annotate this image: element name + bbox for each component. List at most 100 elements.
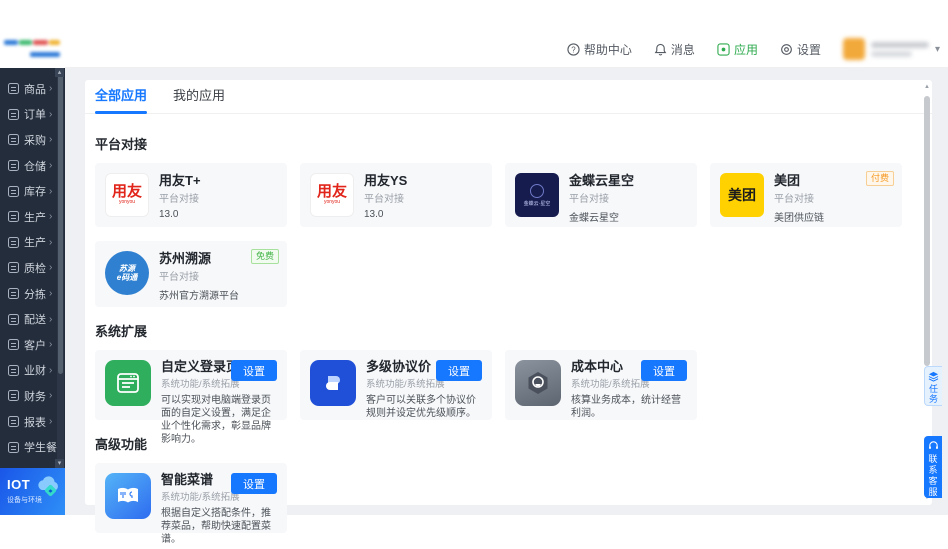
reports-icon [8,416,19,427]
gear-icon [780,43,793,56]
brand-logo [0,30,65,68]
sidebar-item-delivery[interactable]: 配送› [0,306,58,332]
yonyou-logo: 用友yonyou [310,173,354,217]
sidebar-item-reports[interactable]: 报表› [0,409,58,435]
sorting-icon [8,288,19,299]
platform-card-row: 用友yonyou 用友T+平台对接13.0 用友yonyou 用友YS平台对接1… [95,163,908,227]
section-title-system: 系统扩展 [95,321,908,340]
sidebar-scroll-down-icon[interactable]: ▾ [55,459,64,468]
sidebar-item-production[interactable]: 生产› [0,204,58,230]
help-icon: ? [567,43,580,56]
sidebar-item-customers[interactable]: 客户› [0,332,58,358]
business-finance-icon [8,365,19,376]
delivery-icon [8,314,19,325]
settings-button[interactable]: 设置 [780,41,821,58]
app-card-smart-recipe[interactable]: 智能菜谱 系统功能/系统拓展 根据自定义搭配条件，推荐菜品，帮助快速配置菜谱。 … [95,463,287,533]
settings-action-button[interactable]: 设置 [231,360,277,381]
sidebar-item-orders[interactable]: 订单› [0,102,58,128]
chevron-right-icon: › [49,83,52,94]
chevron-right-icon: › [49,390,52,401]
sidebar-item-inventory[interactable]: 库存› [0,178,58,204]
user-menu[interactable]: ▾ [843,38,940,60]
settings-action-button[interactable]: 设置 [231,473,277,494]
scrollbar-thumb[interactable] [924,96,930,366]
chevron-right-icon: › [49,365,52,376]
yonyou-logo: 用友yonyou [105,173,149,217]
apps-panel: 全部应用 我的应用 平台对接 用友yonyou 用友T+平台对接13.0 用友y… [85,80,932,505]
help-center-button[interactable]: ? 帮助中心 [567,41,632,58]
custom-login-icon [105,360,151,406]
sidebar: ▴ ▾ 商品› 订单› 采购› 仓储› 库存› 生产› 生产› 质检› 分拣› … [0,68,65,468]
app-card-multi-price[interactable]: 多级协议价 系统功能/系统拓展 客户可以关联多个协议价规则并设定优先级顺序。 设… [300,350,492,420]
main-content: 全部应用 我的应用 平台对接 用友yonyou 用友T+平台对接13.0 用友y… [65,68,948,515]
sidebar-item-purchasing[interactable]: 采购› [0,127,58,153]
chevron-right-icon: › [49,416,52,427]
app-card-yonyou-ys[interactable]: 用友yonyou 用友YS平台对接13.0 [300,163,492,227]
apps-grid-icon [717,43,730,56]
cost-center-icon [515,360,561,406]
apps-button[interactable]: 应用 [717,41,758,58]
section-title-platform: 平台对接 [95,134,908,153]
chevron-right-icon: › [49,211,52,222]
purchasing-icon [8,134,19,145]
app-frame: ▴ ▾ 商品› 订单› 采购› 仓储› 库存› 生产› 生产› 质检› 分拣› … [0,30,948,515]
chevron-down-icon: ▾ [935,44,940,55]
free-badge: 免费 [251,249,279,264]
bell-icon [654,43,667,56]
suyuan-logo: 苏源e码通 [105,251,149,295]
sidebar-item-student-meal[interactable]: 学生餐 [0,434,58,460]
layers-icon [928,371,939,382]
messages-button[interactable]: 消息 [654,41,695,58]
production-icon [8,237,19,248]
quality-icon [8,262,19,273]
advanced-card-row: 智能菜谱 系统功能/系统拓展 根据自定义搭配条件，推荐菜品，帮助快速配置菜谱。 … [95,463,908,533]
apps-tabs: 全部应用 我的应用 [85,80,932,114]
headset-icon [928,440,939,451]
scroll-up-icon[interactable]: ▲ [923,84,931,90]
app-card-cost-center[interactable]: 成本中心 系统功能/系统拓展 核算业务成本，统计经营利润。 设置 [505,350,697,420]
sidebar-item-quality[interactable]: 质检› [0,255,58,281]
app-card-yonyou-tplus[interactable]: 用友yonyou 用友T+平台对接13.0 [95,163,287,227]
app-card-custom-login[interactable]: 自定义登录页 系统功能/系统拓展 可以实现对电脑端登录页面的自定义设置，满足企业… [95,350,287,420]
apps-list: 平台对接 用友yonyou 用友T+平台对接13.0 用友yonyou 用友YS… [85,114,932,505]
tab-my-apps[interactable]: 我的应用 [173,80,225,114]
platform-card-row-2: 苏源e码通 苏州溯源平台对接苏州官方溯源平台 免费 [95,241,908,307]
student-meal-icon [8,442,19,453]
orders-icon [8,109,19,120]
kingdee-logo: 金蝶云·星空 [515,173,559,217]
warehouse-icon [8,160,19,171]
chevron-right-icon: › [49,262,52,273]
tab-all-apps[interactable]: 全部应用 [95,80,147,114]
svg-text:?: ? [571,45,576,54]
sidebar-item-warehouse[interactable]: 仓储› [0,153,58,179]
sidebar-item-sorting[interactable]: 分拣› [0,281,58,307]
finance-icon [8,390,19,401]
sidebar-iot-banner[interactable]: IOT 设备与环境 [0,468,65,515]
tasks-float-tab[interactable]: 任务 [924,366,942,406]
chevron-right-icon: › [49,186,52,197]
sidebar-item-production-2[interactable]: 生产› [0,230,58,256]
inventory-icon [8,186,19,197]
multi-price-icon [310,360,356,406]
app-card-suzhou-suyuan[interactable]: 苏源e码通 苏州溯源平台对接苏州官方溯源平台 免费 [95,241,287,307]
settings-action-button[interactable]: 设置 [436,360,482,381]
smart-recipe-icon [105,473,151,519]
sidebar-item-products[interactable]: 商品› [0,76,58,102]
app-card-kingdee[interactable]: 金蝶云·星空 金蝶云星空平台对接金蝶云星空 [505,163,697,227]
sidebar-item-finance[interactable]: 财务› [0,383,58,409]
chevron-right-icon: › [49,288,52,299]
app-card-meituan[interactable]: 美团 美团平台对接美团供应链 付费 [710,163,902,227]
customers-icon [8,339,19,350]
production-icon [8,211,19,222]
chevron-right-icon: › [49,237,52,248]
settings-action-button[interactable]: 设置 [641,360,687,381]
contact-support-float-tab[interactable]: 联系客服 [924,436,942,498]
chevron-right-icon: › [49,134,52,145]
sidebar-item-business-finance[interactable]: 业财› [0,358,58,384]
sidebar-menu: 商品› 订单› 采购› 仓储› 库存› 生产› 生产› 质检› 分拣› 配送› … [0,76,58,460]
chevron-right-icon: › [49,339,52,350]
topbar: ? 帮助中心 消息 应用 设置 ▾ [65,30,948,68]
sidebar-scrollbar[interactable] [57,68,64,468]
chevron-right-icon: › [49,314,52,325]
user-name-blurred [871,39,929,59]
